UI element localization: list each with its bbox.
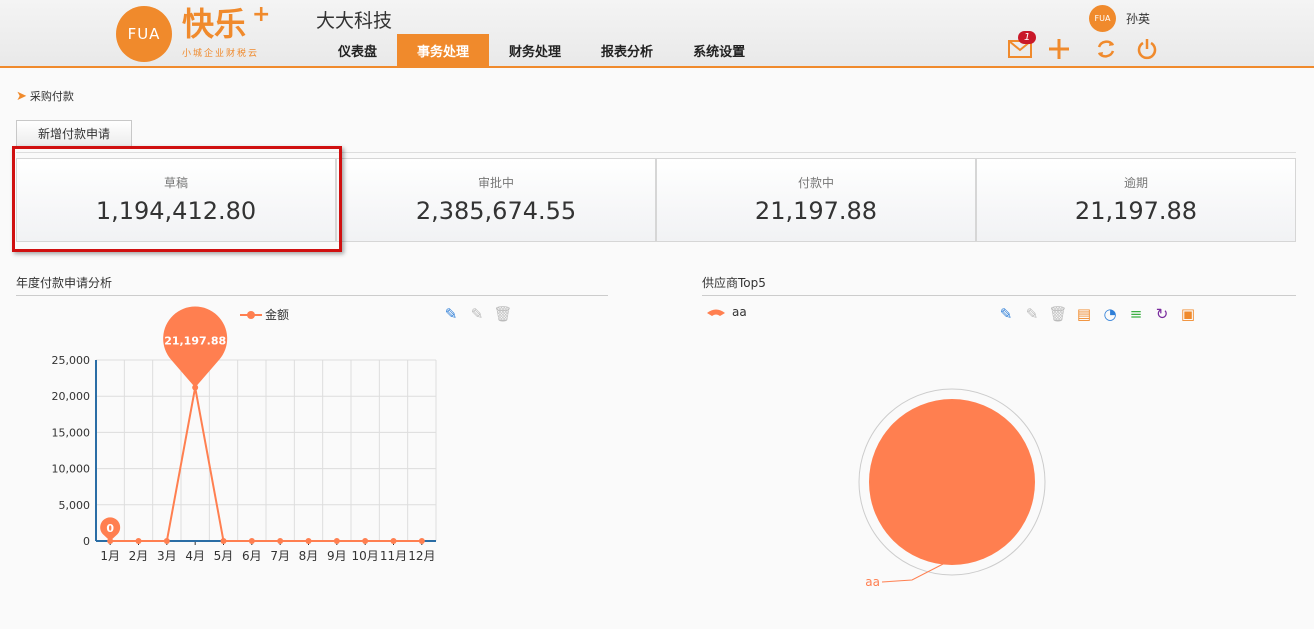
marker-label: 21,197.88 [164, 335, 226, 348]
pie-chart-icon[interactable]: ◔ [1100, 304, 1120, 324]
user-name[interactable]: 孙英 [1126, 10, 1150, 27]
logo-word: 快乐 [182, 5, 247, 43]
data-point [305, 538, 312, 544]
divider [16, 295, 608, 296]
y-tick-label: 20,000 [52, 390, 91, 403]
nav-finance[interactable]: 财务处理 [489, 34, 581, 67]
data-point [277, 538, 284, 544]
stat-card-approving[interactable]: 审批中 2,385,674.55 [336, 158, 656, 242]
new-payment-request-button[interactable]: 新增付款申请 [16, 120, 132, 146]
pie-label-line [881, 561, 948, 583]
x-tick-label: 10月 [352, 549, 379, 563]
stat-label: 审批中 [477, 176, 514, 190]
x-tick-label: 9月 [327, 549, 347, 563]
data-point [220, 538, 227, 544]
data-point [362, 538, 369, 544]
y-tick-label: 0 [83, 535, 90, 548]
data-point [135, 538, 142, 544]
x-tick-label: 4月 [185, 549, 205, 563]
data-point [418, 538, 425, 544]
logo-tagline: 小城企业财税云 [182, 49, 260, 59]
x-tick-label: 7月 [270, 549, 290, 563]
stat-label: 草稿 [163, 176, 188, 190]
x-tick-label: 11月 [380, 549, 407, 563]
logo-plus: + [252, 2, 271, 27]
stat-card-draft[interactable]: 草稿 1,194,412.80 [16, 158, 336, 242]
data-view-icon[interactable]: ▤ [1074, 304, 1094, 324]
company-name: 大大科技 [316, 10, 393, 32]
stat-label: 逾期 [1123, 176, 1148, 190]
x-tick-label: 5月 [214, 549, 234, 563]
y-tick-label: 5,000 [59, 499, 91, 512]
refresh-icon[interactable] [1093, 36, 1119, 62]
stat-label: 付款中 [797, 176, 834, 190]
funnel-icon[interactable]: ≡ [1126, 304, 1146, 324]
data-point [163, 538, 170, 544]
mark-undo-icon[interactable]: ✎ [1022, 304, 1042, 324]
x-tick-label: 2月 [129, 549, 149, 563]
stat-value: 21,197.88 [1074, 197, 1198, 225]
pie-slice-label: aa [865, 575, 880, 589]
panel-title-supplier: 供应商Top5 [702, 276, 766, 290]
stat-card-overdue[interactable]: 逾期 21,197.88 [976, 158, 1296, 242]
mark-icon[interactable]: ✎ [996, 304, 1016, 324]
y-tick-label: 10,000 [52, 463, 91, 476]
save-image-icon[interactable]: ▣ [1178, 304, 1198, 324]
legend-label: aa [732, 305, 747, 319]
data-point [390, 538, 397, 544]
panel-title-annual: 年度付款申请分析 [16, 276, 113, 290]
mark-undo-icon[interactable]: ✎ [467, 304, 487, 324]
stat-card-paying[interactable]: 付款中 21,197.88 [656, 158, 976, 242]
restore-icon[interactable]: ↻ [1152, 304, 1172, 324]
stat-value: 1,194,412.80 [95, 197, 257, 225]
nav-reports[interactable]: 报表分析 [581, 34, 673, 67]
power-icon[interactable] [1134, 36, 1160, 62]
legend-pie-icon [707, 309, 725, 316]
nav-settings[interactable]: 系统设置 [673, 34, 765, 67]
mark-clear-icon[interactable]: 🗑 [1048, 304, 1068, 324]
marker-label: 0 [106, 522, 114, 535]
breadcrumb: ➤ 采购付款 [16, 88, 74, 104]
nav-transactions[interactable]: 事务处理 [397, 34, 490, 67]
pie-slice [869, 399, 1035, 565]
line-chart: 0 5,000 10,000 15,000 20,000 25,000 1月 2月 3月 4月 5月… [52, 306, 437, 563]
x-tick-label: 12月 [408, 549, 435, 563]
x-tick-label: 8月 [299, 549, 319, 563]
mark-clear-icon[interactable]: 🗑 [493, 304, 513, 324]
mail-badge: 1 [1018, 31, 1037, 44]
x-tick-label: 3月 [157, 549, 177, 563]
divider [702, 295, 1296, 296]
stat-value: 21,197.88 [754, 197, 878, 225]
y-tick-label: 25,000 [52, 354, 91, 367]
stat-value: 2,385,674.55 [415, 197, 577, 225]
y-tick-label: 15,000 [52, 426, 91, 439]
x-tick-label: 6月 [242, 549, 262, 563]
nav-dashboard[interactable]: 仪表盘 [318, 34, 397, 67]
app-header: FUA 快乐 + 小城企业财税云 大大科技 仪表盘 事务处理 财务处理 报表分析… [0, 0, 1314, 68]
x-tick-label: 1月 [100, 549, 120, 563]
data-point [333, 538, 340, 544]
arrow-right-icon: ➤ [16, 88, 27, 104]
divider [16, 152, 1296, 153]
avatar[interactable]: FUA [1089, 5, 1116, 32]
data-point [248, 538, 255, 544]
add-icon[interactable] [1046, 36, 1072, 62]
logo-icon: FUA [116, 6, 172, 62]
pie-legend[interactable]: aa [706, 305, 747, 319]
breadcrumb-label: 采购付款 [29, 90, 74, 103]
pie-chart: aa [858, 388, 1046, 589]
main-nav: 仪表盘 事务处理 财务处理 报表分析 系统设置 [318, 34, 765, 68]
